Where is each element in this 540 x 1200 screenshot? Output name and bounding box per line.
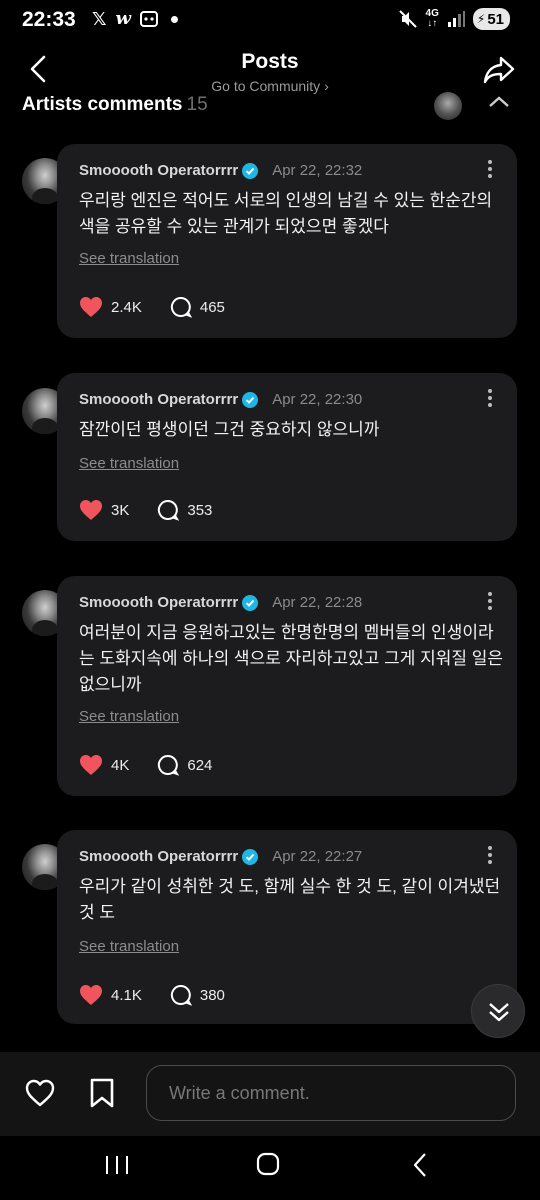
comment-bubble: Smooooth Operatorrrr Apr 22, 22:30 잠깐이던 … bbox=[57, 373, 517, 541]
chevron-right-icon: › bbox=[324, 78, 329, 94]
see-translation-link[interactable]: See translation bbox=[79, 938, 179, 955]
comment-bubble: Smooooth Operatorrrr Apr 22, 22:32 우리랑 엔… bbox=[57, 144, 517, 338]
system-icons: 4G ↓↑ ⚡ 51 bbox=[398, 8, 510, 30]
battery-indicator: ⚡ 51 bbox=[472, 8, 510, 30]
author-name[interactable]: Smooooth Operatorrrr bbox=[79, 162, 238, 179]
comment-actions: 4.1K 380 bbox=[79, 984, 225, 1006]
comment-input[interactable] bbox=[146, 1065, 516, 1121]
heart-icon[interactable] bbox=[79, 754, 103, 776]
comment-header: Smooooth Operatorrrr Apr 22, 22:27 bbox=[79, 848, 362, 865]
comment-text: 우리랑 엔진은 적어도 서로의 인생의 남길 수 있는 한순간의 색을 공유할 … bbox=[79, 191, 493, 236]
comment-header: Smooooth Operatorrrr Apr 22, 22:32 bbox=[79, 162, 362, 179]
more-options-icon[interactable] bbox=[485, 389, 495, 409]
heart-outline-icon[interactable] bbox=[24, 1078, 56, 1108]
comment-text: 잠깐이던 평생이던 그건 중요하지 않으니까 bbox=[79, 420, 380, 439]
page-title: Posts bbox=[241, 50, 299, 73]
network-indicator: 4G ↓↑ bbox=[425, 8, 439, 29]
reply-bubble-icon[interactable] bbox=[157, 499, 180, 521]
comment-actions: 2.4K 465 bbox=[79, 296, 225, 318]
section-title: Artists comments bbox=[22, 94, 183, 115]
reply-count: 380 bbox=[199, 986, 225, 1004]
recent-apps-icon[interactable] bbox=[104, 1154, 130, 1176]
comment-actions: 4K 624 bbox=[79, 754, 212, 776]
signal-icon bbox=[447, 11, 465, 27]
battery-charging-icon: ⚡ bbox=[476, 12, 486, 26]
comment-date: Apr 22, 22:27 bbox=[272, 848, 363, 865]
like-count: 3K bbox=[111, 501, 130, 519]
chevron-up-icon[interactable] bbox=[488, 94, 510, 108]
nav-back-icon[interactable] bbox=[412, 1152, 428, 1178]
like-count: 4.1K bbox=[111, 986, 142, 1004]
verified-badge-icon bbox=[242, 848, 259, 865]
reply-count: 465 bbox=[199, 298, 225, 316]
section-header: Artists comments 15 bbox=[22, 94, 208, 116]
comment-bubble: Smooooth Operatorrrr Apr 22, 22:27 우리가 같… bbox=[57, 830, 517, 1024]
gallery-icon bbox=[140, 11, 159, 27]
reply-bubble-icon[interactable] bbox=[170, 296, 192, 318]
notification-dot-icon bbox=[171, 15, 179, 23]
status-bar: 22:33 𝕏 w 4G ↓↑ ⚡ 51 bbox=[0, 0, 540, 40]
network-type: 4G bbox=[425, 8, 439, 19]
reply-bubble-icon[interactable] bbox=[157, 754, 180, 776]
w-icon: w bbox=[115, 8, 132, 29]
like-count: 4K bbox=[111, 756, 130, 774]
heart-icon[interactable] bbox=[79, 984, 103, 1006]
author-name[interactable]: Smooooth Operatorrrr bbox=[79, 391, 238, 408]
go-to-community-label: Go to Community bbox=[211, 78, 321, 94]
verified-badge-icon bbox=[242, 391, 259, 408]
x-icon: 𝕏 bbox=[92, 9, 107, 29]
comment-text: 우리가 같이 성취한 것 도, 함께 실수 한 것 도, 같이 이겨냈던 것 도 bbox=[79, 877, 501, 922]
comment-header: Smooooth Operatorrrr Apr 22, 22:28 bbox=[79, 594, 362, 611]
artist-avatar-small[interactable] bbox=[434, 92, 462, 120]
comment-header: Smooooth Operatorrrr Apr 22, 22:30 bbox=[79, 391, 362, 408]
see-translation-link[interactable]: See translation bbox=[79, 455, 179, 472]
more-options-icon[interactable] bbox=[485, 160, 495, 180]
status-time: 22:33 bbox=[22, 8, 76, 31]
share-button[interactable] bbox=[482, 54, 516, 86]
scroll-to-bottom-button[interactable] bbox=[471, 984, 525, 1038]
heart-icon[interactable] bbox=[79, 499, 103, 521]
home-icon[interactable] bbox=[256, 1152, 280, 1176]
comment-date: Apr 22, 22:30 bbox=[272, 391, 363, 408]
comment-composer bbox=[0, 1052, 540, 1136]
screen: 22:33 𝕏 w 4G ↓↑ ⚡ 51 Posts Go to Communit… bbox=[0, 0, 540, 1200]
more-options-icon[interactable] bbox=[485, 846, 495, 866]
author-name[interactable]: Smooooth Operatorrrr bbox=[79, 594, 238, 611]
double-chevron-down-icon bbox=[489, 1003, 509, 1022]
comment-date: Apr 22, 22:28 bbox=[272, 594, 363, 611]
battery-level: 51 bbox=[487, 10, 504, 28]
mute-icon bbox=[398, 10, 417, 28]
system-nav-bar bbox=[0, 1136, 540, 1200]
go-to-community-link[interactable]: Go to Community › bbox=[0, 78, 540, 94]
comment-bubble: Smooooth Operatorrrr Apr 22, 22:28 여러분이 … bbox=[57, 576, 517, 796]
author-name[interactable]: Smooooth Operatorrrr bbox=[79, 848, 238, 865]
like-count: 2.4K bbox=[111, 298, 142, 316]
comment-text: 여러분이 지금 응원하고있는 한명한명의 멤버들의 인생이라는 도화지속에 하나… bbox=[79, 623, 504, 694]
verified-badge-icon bbox=[242, 162, 259, 179]
comment-date: Apr 22, 22:32 bbox=[272, 162, 363, 179]
bookmark-icon[interactable] bbox=[88, 1078, 116, 1108]
more-options-icon[interactable] bbox=[485, 592, 495, 612]
see-translation-link[interactable]: See translation bbox=[79, 708, 179, 725]
heart-icon[interactable] bbox=[79, 296, 103, 318]
notification-icons: 𝕏 w bbox=[92, 8, 179, 29]
see-translation-link[interactable]: See translation bbox=[79, 250, 179, 267]
reply-count: 353 bbox=[187, 501, 213, 519]
verified-badge-icon bbox=[242, 594, 259, 611]
reply-count: 624 bbox=[187, 756, 213, 774]
reply-bubble-icon[interactable] bbox=[170, 984, 192, 1006]
comment-actions: 3K 353 bbox=[79, 499, 212, 521]
section-count: 15 bbox=[186, 94, 208, 115]
